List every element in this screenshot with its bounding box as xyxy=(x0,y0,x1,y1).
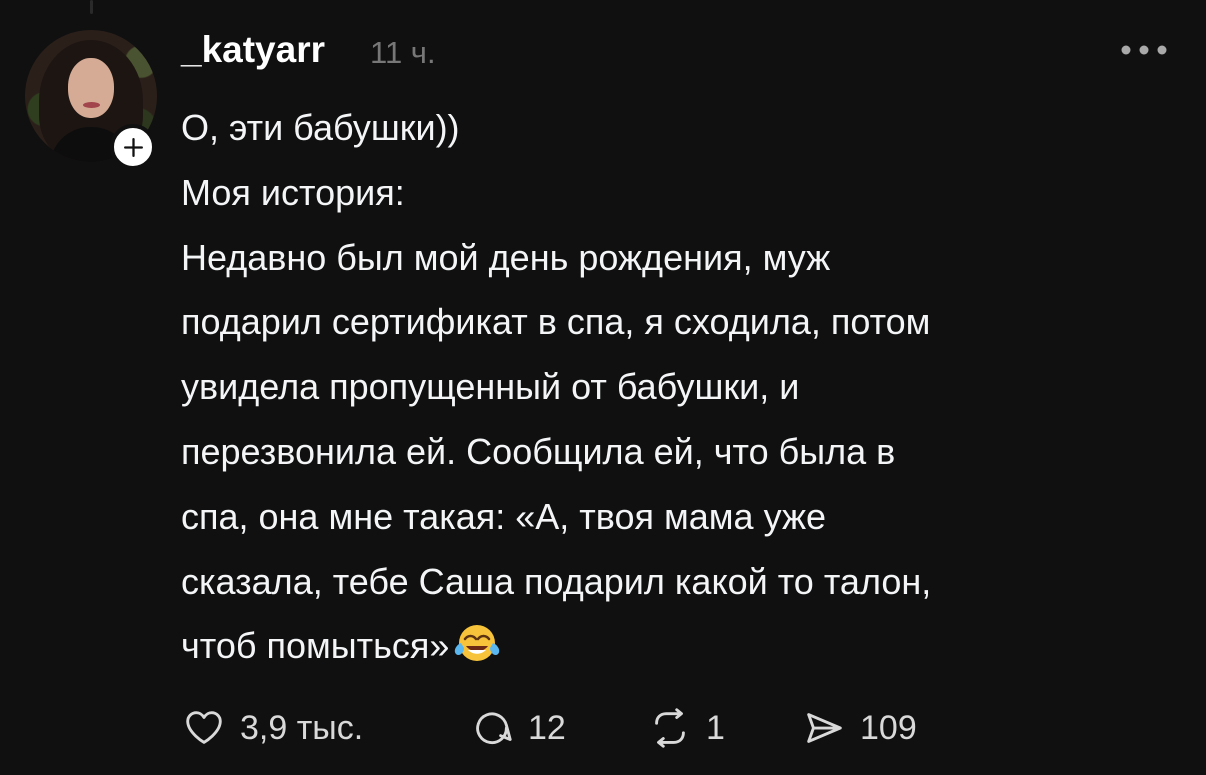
send-icon xyxy=(807,713,842,743)
post-line: сказала, тебе Саша подарил какой то тало… xyxy=(181,560,932,602)
reply-button[interactable]: 12 xyxy=(469,700,566,756)
post-line: О, эти бабушки)) xyxy=(181,107,460,148)
post-line: Моя история: xyxy=(181,171,405,213)
share-count: 109 xyxy=(860,708,917,747)
repost-icon xyxy=(655,708,685,748)
share-button[interactable]: 109 xyxy=(801,700,917,756)
post-line: спа, она мне такая: «А, твоя мама уже xyxy=(181,495,827,537)
post-time: 11 ч. xyxy=(370,35,436,70)
post-actions: 3,9 тыс. 12 1 109 xyxy=(181,700,961,756)
repost-button[interactable]: 1 xyxy=(647,700,725,756)
repost-count: 1 xyxy=(706,708,725,747)
post-line: увидела пропущенный от бабушки, и xyxy=(181,366,800,408)
post-line-final: чтоб помыться» xyxy=(181,614,1151,679)
thread-line xyxy=(90,0,93,14)
reply-count: 12 xyxy=(528,708,566,747)
post-line: Недавно был мой день рождения, муж xyxy=(181,236,831,278)
post-line: подарил сертификат в спа, я сходила, пот… xyxy=(181,301,931,343)
like-count: 3,9 тыс. xyxy=(240,708,364,747)
plus-icon xyxy=(123,137,143,157)
like-button[interactable]: 3,9 тыс. xyxy=(181,700,363,756)
comment-icon xyxy=(476,712,512,745)
follow-button[interactable] xyxy=(110,124,156,170)
post-line: перезвонила ей. Сообщила ей, что была в xyxy=(181,430,896,472)
heart-icon xyxy=(186,711,222,744)
avatar-lips xyxy=(83,102,100,108)
post-content: О, эти бабушки)) Моя история: Недавно бы… xyxy=(181,96,1151,679)
username[interactable]: _katyarr xyxy=(181,29,325,71)
tears-of-joy-emoji xyxy=(455,625,500,662)
more-options-icon[interactable] xyxy=(1120,45,1168,55)
post-line-text: чтоб помыться» xyxy=(181,625,450,667)
avatar-face xyxy=(68,58,114,118)
